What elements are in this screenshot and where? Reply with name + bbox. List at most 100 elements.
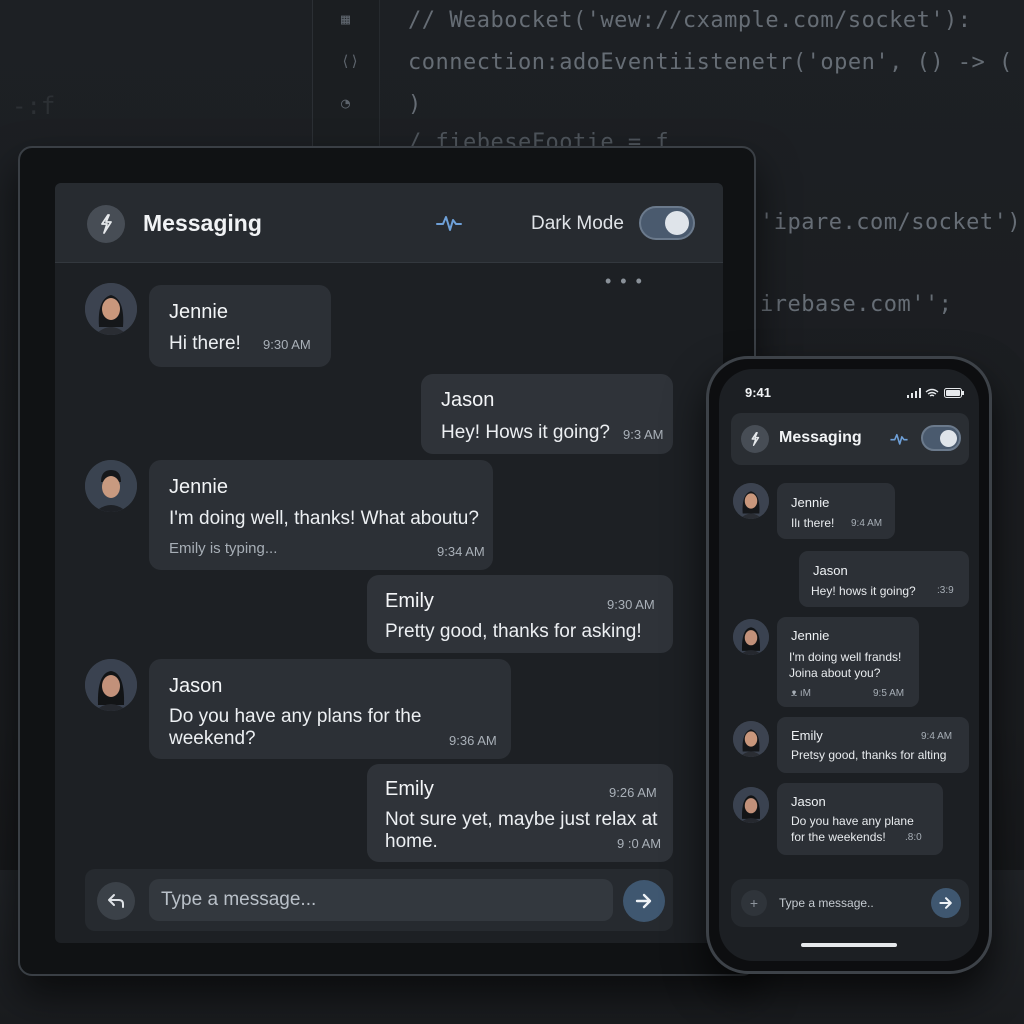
tablet-device: Messaging Dark Mode • • • Jennie Hi ther… xyxy=(18,146,756,976)
sender-name: Jason xyxy=(169,675,223,697)
message-time: 9:5 AM xyxy=(873,688,905,699)
message-bubble[interactable]: Emily 9:26 AM Not sure yet, maybe just r… xyxy=(367,764,673,862)
sender-name: Emily xyxy=(385,778,434,800)
code-line: 'ipare.com/socket'); xyxy=(760,210,1024,235)
code-line: // Weabocket('wew://cxample.com/socket')… xyxy=(408,8,972,33)
message-time: ᴥ ıM xyxy=(791,688,811,699)
message-text: Not sure yet, maybe just relax at xyxy=(385,809,658,830)
message-time: .8:0 xyxy=(905,832,922,843)
attach-button[interactable]: + xyxy=(741,890,767,916)
sender-name: Jennie xyxy=(791,628,830,643)
message-bubble[interactable]: Jennie I'm doing well, thanks! What abou… xyxy=(149,460,493,570)
plus-icon: + xyxy=(749,895,759,911)
message-text: I'm doing well frands! xyxy=(789,650,902,664)
woman-avatar-icon xyxy=(85,283,137,335)
message-bubble[interactable]: Jennie I'm doing well frands! Joina abou… xyxy=(777,617,919,707)
woman-avatar-icon xyxy=(733,619,769,655)
more-options-icon[interactable]: • • • xyxy=(605,271,644,292)
sender-name: Jennie xyxy=(169,476,228,498)
message-time: 9:4 AM xyxy=(921,731,953,742)
message-composer xyxy=(85,869,673,931)
waveform-icon[interactable] xyxy=(435,211,463,235)
message-time: 9:36 AM xyxy=(449,733,497,748)
code-line: irebase.com''; xyxy=(760,292,953,317)
arrow-right-icon xyxy=(939,897,952,909)
app-header: Messaging Dark Mode xyxy=(55,183,723,263)
avatar[interactable] xyxy=(733,619,769,655)
gutter-icon: ▦ xyxy=(341,10,351,28)
status-icons xyxy=(907,385,964,403)
message-text: I'm doing well, thanks! What aboutu? xyxy=(169,508,479,529)
woman-avatar-icon xyxy=(733,721,769,757)
message-bubble[interactable]: Jason Hey! hows it going? :3:9 xyxy=(799,551,969,607)
message-bubble[interactable]: Jason Do you have any plane for the week… xyxy=(777,783,943,855)
sender-name: Jason xyxy=(813,563,848,578)
message-input[interactable] xyxy=(149,879,613,921)
message-bubble[interactable]: Emily 9:30 AM Pretty good, thanks for as… xyxy=(367,575,673,653)
message-text: Joina about you? xyxy=(789,666,881,680)
app-logo[interactable] xyxy=(87,205,125,243)
send-button[interactable] xyxy=(623,880,665,922)
man-avatar-icon xyxy=(85,460,137,512)
toggle-knob xyxy=(940,430,957,447)
message-text: home. xyxy=(385,831,438,852)
tablet-screen: Messaging Dark Mode • • • Jennie Hi ther… xyxy=(55,183,723,943)
woman-avatar-icon xyxy=(733,483,769,519)
message-time: 9:30 AM xyxy=(263,337,311,352)
message-bubble[interactable]: Jason Hey! Hows it going? 9:3 AM xyxy=(421,374,673,454)
dark-mode-toggle[interactable] xyxy=(921,425,961,451)
app-title: Messaging xyxy=(779,429,862,446)
woman-avatar-icon xyxy=(733,787,769,823)
sender-name: Jason xyxy=(791,794,826,809)
faded-code-glyph: -:f xyxy=(12,92,56,120)
message-text: Do you have any plane xyxy=(791,814,914,828)
bolt-icon xyxy=(101,214,112,234)
message-text: for the weekends! xyxy=(791,830,886,844)
message-text: Do you have any plans for the xyxy=(169,706,422,727)
message-bubble[interactable]: Jason Do you have any plans for the week… xyxy=(149,659,511,759)
code-line: ) xyxy=(408,92,422,117)
avatar[interactable] xyxy=(733,721,769,757)
sender-name: Jennie xyxy=(791,495,830,510)
wifi-icon xyxy=(926,388,939,397)
avatar[interactable] xyxy=(733,483,769,519)
battery-icon xyxy=(943,388,964,398)
dark-mode-label: Dark Mode xyxy=(531,213,624,234)
avatar[interactable] xyxy=(85,283,137,335)
home-indicator[interactable] xyxy=(801,943,897,947)
message-text: weekend? xyxy=(169,728,256,749)
message-time: :3:9 xyxy=(937,585,954,596)
message-input[interactable] xyxy=(779,891,919,915)
bolt-icon xyxy=(751,432,760,446)
message-time: 9:3 AM xyxy=(623,427,664,442)
waveform-icon[interactable] xyxy=(889,430,909,448)
gutter-icon: ⟨⟩ xyxy=(341,52,360,70)
message-bubble[interactable]: Jennie Ilı there! 9:4 AM xyxy=(777,483,895,539)
status-time: 9:41 xyxy=(745,385,772,400)
sender-name: Jason xyxy=(441,389,495,411)
arrow-right-icon xyxy=(635,893,652,909)
app-logo[interactable] xyxy=(741,425,769,453)
avatar[interactable] xyxy=(85,659,137,711)
message-text: Hey! Hows it going? xyxy=(441,422,610,443)
avatar[interactable] xyxy=(85,460,137,512)
reply-button[interactable] xyxy=(97,882,135,920)
message-time: 9:30 AM xyxy=(607,597,655,612)
message-composer: + xyxy=(731,879,969,927)
message-bubble[interactable]: Jennie Hi there! 9:30 AM xyxy=(149,285,331,367)
avatar[interactable] xyxy=(733,787,769,823)
app-title: Messaging xyxy=(143,210,262,236)
message-bubble[interactable]: Emily 9:4 AM Pretsy good, thanks for alt… xyxy=(777,717,969,773)
code-line: connection:adoEventiistenetr('open', () … xyxy=(408,50,1013,75)
dark-mode-toggle[interactable] xyxy=(639,206,695,240)
message-time: 9:4 AM xyxy=(851,518,883,529)
send-button[interactable] xyxy=(931,888,961,918)
message-time: 9:34 AM xyxy=(437,544,485,559)
app-header: Messaging xyxy=(731,413,969,465)
toggle-knob xyxy=(665,211,689,235)
reply-arrow-icon xyxy=(108,894,124,908)
message-text: Ilı there! xyxy=(791,516,835,530)
message-text: Pretsy good, thanks for alting xyxy=(791,748,947,762)
gutter-icon: ◔ xyxy=(341,94,351,112)
message-time: 9:26 AM xyxy=(609,785,657,800)
